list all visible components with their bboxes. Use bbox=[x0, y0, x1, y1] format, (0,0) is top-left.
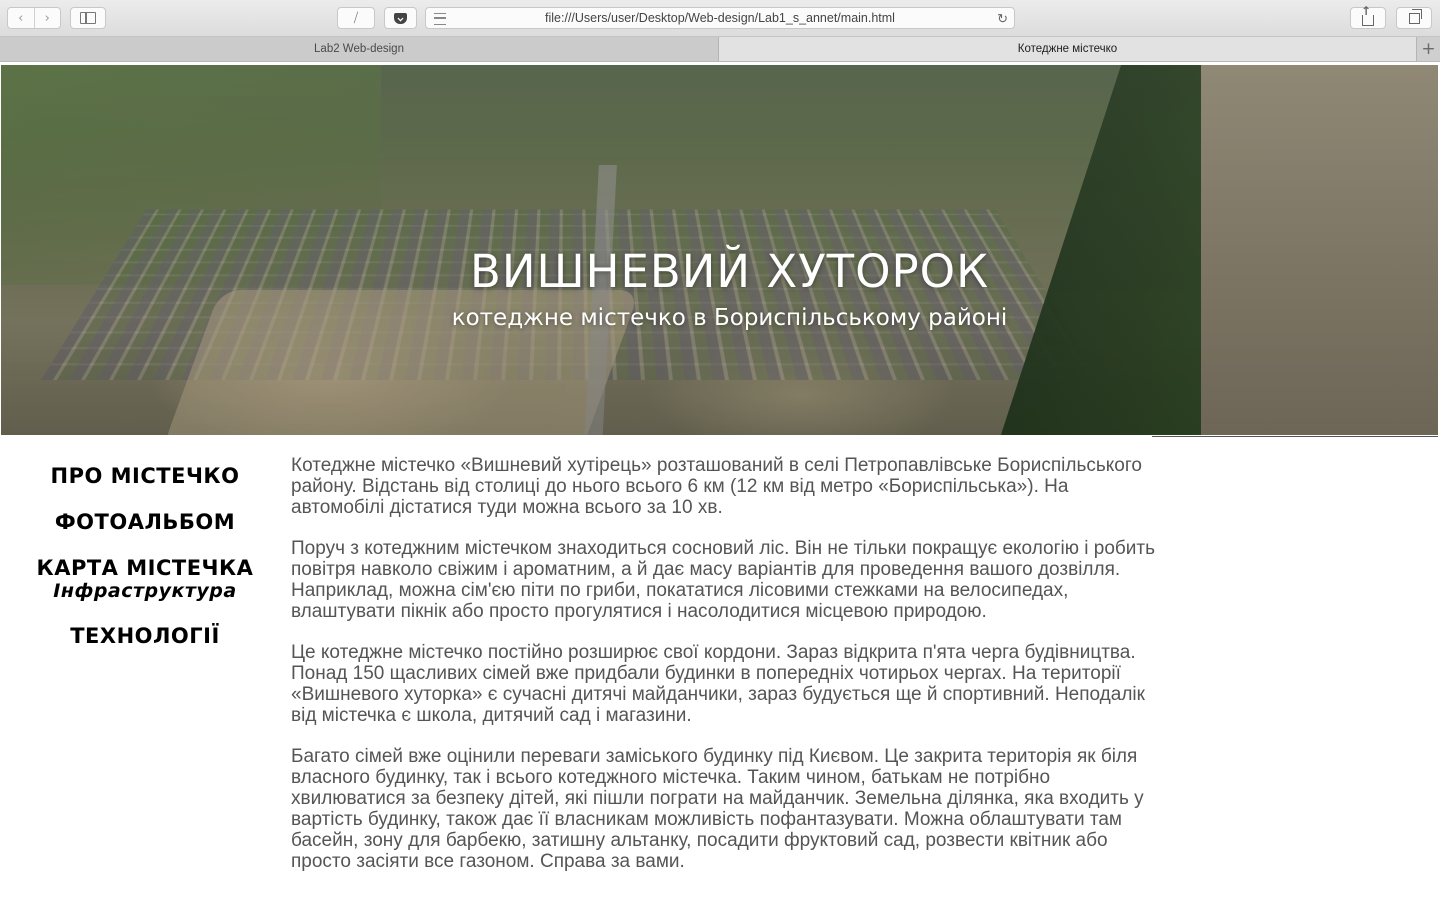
paragraph-forest: Поруч з котеджним містечком знаходиться … bbox=[291, 538, 1155, 622]
share-icon bbox=[1361, 4, 1374, 26]
tab-label: Котеджне містечко bbox=[1017, 43, 1118, 55]
new-tab-button[interactable]: + bbox=[1416, 37, 1440, 61]
share-button[interactable] bbox=[1350, 4, 1386, 29]
side-nav: ПРО МІСТЕЧКО ФОТОАЛЬБОМ КАРТА МІСТЕЧКА І… bbox=[30, 458, 260, 648]
forward-icon[interactable]: › bbox=[33, 8, 61, 28]
hide-icon: ⧸ bbox=[353, 10, 359, 26]
pocket-button[interactable] bbox=[384, 7, 417, 29]
hero-banner: ВИШНЕВИЙ ХУТОРОК котеджне містечко в Бор… bbox=[1, 65, 1438, 435]
reload-icon[interactable]: ↻ bbox=[997, 11, 1008, 27]
back-icon[interactable]: ‹ bbox=[8, 8, 34, 28]
nav-item-about[interactable]: ПРО МІСТЕЧКО bbox=[30, 464, 260, 488]
plus-icon: + bbox=[1421, 39, 1436, 59]
address-bar[interactable]: file:///Users/user/Desktop/Web-design/La… bbox=[425, 7, 1015, 29]
hide-button[interactable]: ⧸ bbox=[337, 7, 375, 29]
reader-icon[interactable] bbox=[434, 13, 446, 25]
tab-bar: Lab2 Web-design Котеджне містечко + bbox=[0, 37, 1440, 62]
nav-item-photo-album[interactable]: ФОТОАЛЬБОМ bbox=[30, 510, 260, 534]
nav-item-map[interactable]: КАРТА МІСТЕЧКА bbox=[30, 556, 260, 580]
tab-lab2[interactable]: Lab2 Web-design bbox=[0, 37, 719, 61]
hero-title: ВИШНЕВИЙ ХУТОРОК bbox=[469, 245, 990, 298]
tab-label: Lab2 Web-design bbox=[314, 43, 404, 55]
nav-item-infrastructure[interactable]: Інфраструктура bbox=[30, 580, 260, 602]
paragraph-location: Котеджне містечко «Вишневий хутірець» ро… bbox=[291, 455, 1142, 518]
hero-subtitle: котеджне містечко в Бориспільському райо… bbox=[451, 305, 1008, 331]
url-text: file:///Users/user/Desktop/Web-design/La… bbox=[545, 11, 895, 25]
sidebar-button[interactable] bbox=[70, 7, 106, 29]
paragraph-benefits: Багато сімей вже оцінили переваги замісь… bbox=[291, 746, 1144, 872]
tab-cottage-town[interactable]: Котеджне містечко bbox=[719, 37, 1416, 61]
tabs-overview-icon bbox=[1408, 8, 1422, 24]
nav-item-technologies[interactable]: ТЕХНОЛОГІЇ bbox=[30, 624, 260, 648]
main-content: Котеджне містечко «Вишневий хутірець» ро… bbox=[291, 455, 1161, 892]
browser-toolbar: ‹ › ⧸ file:///Users/user/Desktop/Web-des… bbox=[0, 0, 1440, 37]
history-nav: ‹ › bbox=[7, 7, 61, 29]
pocket-icon bbox=[394, 12, 407, 24]
tabs-overview-button[interactable] bbox=[1396, 7, 1432, 29]
divider bbox=[1152, 436, 1438, 437]
sidebar-icon bbox=[80, 12, 96, 24]
paragraph-construction: Це котеджне містечко постійно розширює с… bbox=[291, 642, 1145, 726]
